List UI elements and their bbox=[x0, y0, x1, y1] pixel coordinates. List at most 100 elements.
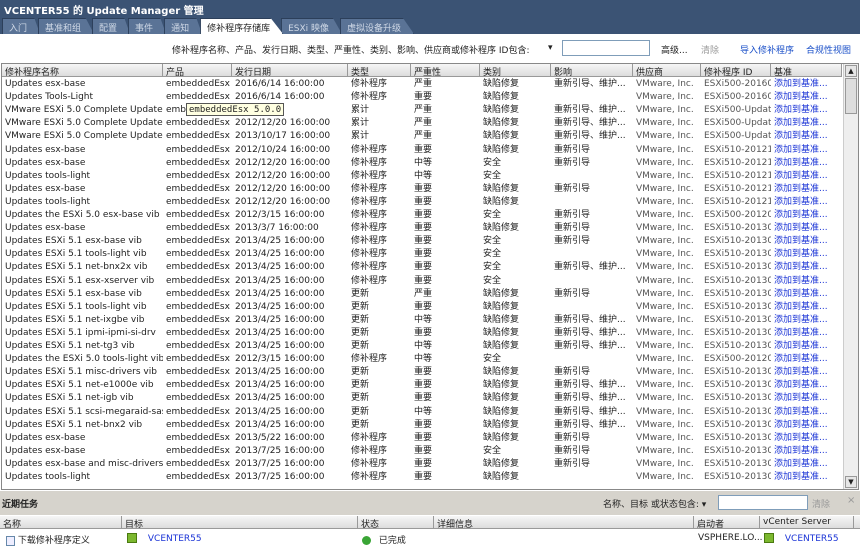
add-to-baseline-link[interactable]: 添加到基准... bbox=[771, 458, 842, 471]
close-icon[interactable]: × bbox=[847, 495, 855, 506]
add-to-baseline-link[interactable]: 添加到基准... bbox=[771, 78, 842, 91]
add-to-baseline-link[interactable]: 添加到基准... bbox=[771, 170, 842, 183]
task-server-link[interactable]: VCENTER55 bbox=[785, 534, 839, 544]
severity: 重要 bbox=[414, 327, 433, 338]
product: embeddedEsx ... bbox=[166, 275, 232, 286]
product: embeddedEsx ... bbox=[166, 170, 232, 181]
tab-3[interactable]: 事件 bbox=[128, 18, 167, 34]
severity: 重要 bbox=[414, 367, 433, 378]
task-column-header[interactable]: 启动者 bbox=[694, 516, 760, 530]
scroll-up-icon[interactable]: ▲ bbox=[845, 65, 857, 77]
release-date: 2012/12/20 16:00:00 bbox=[235, 196, 331, 207]
column-header[interactable]: 产品 bbox=[163, 64, 232, 77]
impact: 重新引导 bbox=[554, 210, 591, 220]
add-to-baseline-link[interactable]: 添加到基准... bbox=[771, 327, 842, 340]
add-to-baseline-link[interactable]: 添加到基准... bbox=[771, 209, 842, 222]
add-to-baseline-link[interactable]: 添加到基准... bbox=[771, 196, 842, 209]
add-to-baseline-link[interactable]: 添加到基准... bbox=[771, 248, 842, 261]
add-to-baseline-link[interactable]: 添加到基准... bbox=[771, 340, 842, 353]
window-title: VCENTER55 的 Update Manager 管理 bbox=[4, 6, 204, 17]
add-to-baseline-link[interactable]: 添加到基准... bbox=[771, 104, 842, 117]
column-header[interactable]: 类型 bbox=[348, 64, 411, 77]
vendor: VMware, Inc. bbox=[636, 327, 694, 338]
task-column-header[interactable]: 详细信息 bbox=[434, 516, 694, 530]
column-header[interactable]: 影响 bbox=[551, 64, 633, 77]
column-header[interactable]: 基准 bbox=[771, 64, 842, 77]
task-column-header[interactable]: vCenter Server bbox=[760, 516, 854, 529]
task-clear-button[interactable]: 清除 bbox=[812, 497, 830, 510]
add-to-baseline-link[interactable]: 添加到基准... bbox=[771, 366, 842, 379]
task-target-link[interactable]: VCENTER55 bbox=[148, 534, 202, 544]
category: 缺陷修复 bbox=[483, 118, 520, 129]
column-header[interactable]: 供应商 bbox=[633, 64, 701, 77]
add-to-baseline-link[interactable]: 添加到基准... bbox=[771, 144, 842, 157]
add-to-baseline-link[interactable]: 添加到基准... bbox=[771, 157, 842, 170]
patch-id: ESXi510-20130... bbox=[704, 249, 771, 260]
tab-2[interactable]: 配置 bbox=[92, 18, 131, 34]
severity: 中等 bbox=[414, 157, 433, 168]
patch-id: ESXi510-20121... bbox=[704, 144, 771, 155]
toolbar: 修补程序名称、产品、发行日期、类型、严重性、类别、影响、供应商或修补程序 ID包… bbox=[0, 35, 860, 62]
add-to-baseline-link[interactable]: 添加到基准... bbox=[771, 432, 842, 445]
task-target[interactable]: VCENTER55 bbox=[127, 533, 202, 544]
add-to-baseline-link[interactable]: 添加到基准... bbox=[771, 222, 842, 235]
add-to-baseline-link[interactable]: 添加到基准... bbox=[771, 275, 842, 288]
type: 更新 bbox=[351, 314, 370, 325]
task-row[interactable]: 下载修补程序定义 VCENTER55 已完成 VSPHERE.LO... VCE… bbox=[0, 530, 860, 546]
column-header[interactable]: 类别 bbox=[480, 64, 551, 77]
patch-id: ESXi510-20130... bbox=[704, 406, 771, 417]
add-to-baseline-link[interactable]: 添加到基准... bbox=[771, 235, 842, 248]
category: 缺陷修复 bbox=[483, 380, 520, 391]
product: embeddedEsx ... bbox=[166, 380, 232, 391]
release-date: 2013/7/25 16:00:00 bbox=[235, 445, 325, 456]
vertical-scrollbar[interactable]: ▲ ▼ bbox=[843, 64, 858, 489]
column-header[interactable]: 发行日期 bbox=[232, 64, 348, 77]
scrollbar-thumb[interactable] bbox=[845, 78, 857, 114]
add-to-baseline-link[interactable]: 添加到基准... bbox=[771, 288, 842, 301]
tab-6[interactable]: ESXi 映像 bbox=[281, 18, 343, 34]
product: embeddedEsx ... bbox=[166, 196, 232, 207]
severity: 中等 bbox=[414, 354, 433, 365]
patch-name: Updates ESXi 5.1 esx-xserver vib bbox=[5, 275, 155, 286]
add-to-baseline-link[interactable]: 添加到基准... bbox=[771, 379, 842, 392]
filter-dropdown-icon[interactable]: ▾ bbox=[548, 43, 553, 53]
add-to-baseline-link[interactable]: 添加到基准... bbox=[771, 261, 842, 274]
vendor: VMware, Inc. bbox=[636, 157, 694, 168]
add-to-baseline-link[interactable]: 添加到基准... bbox=[771, 301, 842, 314]
task-column-header[interactable]: 名称 bbox=[0, 516, 122, 530]
tab-5[interactable]: 修补程序存储库 bbox=[200, 18, 284, 34]
advanced-button[interactable]: 高级... bbox=[661, 43, 688, 56]
add-to-baseline-link[interactable]: 添加到基准... bbox=[771, 471, 842, 484]
severity: 重要 bbox=[414, 458, 433, 469]
column-header[interactable]: 严重性 bbox=[411, 64, 480, 77]
add-to-baseline-link[interactable]: 添加到基准... bbox=[771, 353, 842, 366]
task-server[interactable]: VCENTER55 bbox=[764, 533, 839, 544]
vendor: VMware, Inc. bbox=[636, 341, 694, 351]
severity: 中等 bbox=[414, 341, 433, 351]
column-header[interactable]: 修补程序 ID bbox=[701, 64, 771, 77]
add-to-baseline-link[interactable]: 添加到基准... bbox=[771, 314, 842, 327]
task-filter-label[interactable]: 名称、目标 或状态包含: ▾ bbox=[603, 497, 706, 510]
task-column-header[interactable]: 状态 bbox=[358, 516, 434, 530]
tab-4[interactable]: 通知 bbox=[164, 18, 203, 34]
filter-input[interactable] bbox=[562, 40, 650, 56]
add-to-baseline-link[interactable]: 添加到基准... bbox=[771, 91, 842, 104]
add-to-baseline-link[interactable]: 添加到基准... bbox=[771, 183, 842, 196]
add-to-baseline-link[interactable]: 添加到基准... bbox=[771, 130, 842, 143]
add-to-baseline-link[interactable]: 添加到基准... bbox=[771, 419, 842, 432]
severity: 重要 bbox=[414, 223, 433, 234]
scroll-down-icon[interactable]: ▼ bbox=[845, 476, 857, 488]
add-to-baseline-link[interactable]: 添加到基准... bbox=[771, 117, 842, 130]
tab-1[interactable]: 基准和组 bbox=[38, 18, 95, 34]
import-patches-link[interactable]: 导入修补程序 bbox=[740, 43, 794, 56]
task-column-header[interactable]: 目标 bbox=[122, 516, 358, 530]
add-to-baseline-link[interactable]: 添加到基准... bbox=[771, 392, 842, 405]
tab-0[interactable]: 入门 bbox=[2, 18, 41, 34]
tab-7[interactable]: 虚拟设备升级 bbox=[340, 18, 415, 34]
add-to-baseline-link[interactable]: 添加到基准... bbox=[771, 445, 842, 458]
clear-button[interactable]: 清除 bbox=[701, 43, 719, 56]
column-header[interactable]: 修补程序名称 bbox=[2, 64, 163, 77]
compliance-view-link[interactable]: 合规性视图 bbox=[806, 43, 851, 56]
task-filter-input[interactable] bbox=[718, 495, 808, 510]
add-to-baseline-link[interactable]: 添加到基准... bbox=[771, 406, 842, 419]
